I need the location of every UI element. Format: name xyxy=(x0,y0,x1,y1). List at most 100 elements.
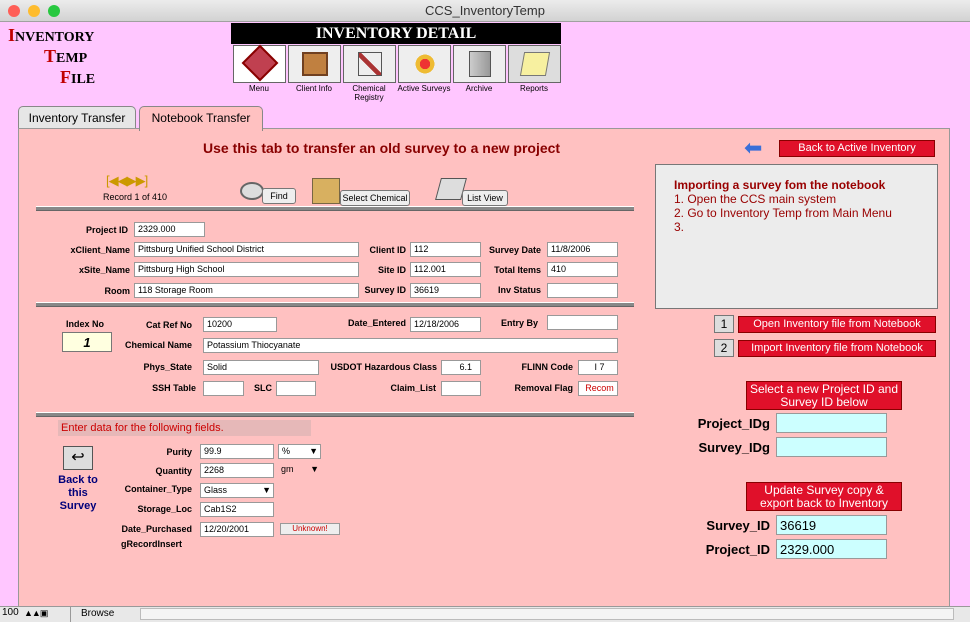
site-id-field[interactable]: 112.001 xyxy=(410,262,481,277)
project-id-label: Project ID xyxy=(85,225,128,235)
removal-flag-field[interactable]: Recom xyxy=(578,381,618,396)
site-id-label: Site ID xyxy=(377,265,406,275)
zoom-level[interactable]: 100 xyxy=(2,607,19,618)
nav-label-reports: Reports xyxy=(519,84,548,93)
date-purchased-field[interactable]: 12/20/2001 xyxy=(200,522,274,537)
project-idg-label: Project_IDg xyxy=(697,416,770,431)
active-surveys-icon xyxy=(412,52,437,76)
cat-ref-no-field[interactable]: 10200 xyxy=(203,317,277,332)
claim-list-label: Claim_List xyxy=(390,383,436,393)
slc-label: SLC xyxy=(254,383,272,393)
client-name-field[interactable]: Pittsburg Unified School District xyxy=(134,242,359,257)
logo-letter: F xyxy=(60,67,71,87)
chemical-registry-button[interactable] xyxy=(343,45,396,83)
quantity-unit-select[interactable]: gm xyxy=(278,463,321,478)
select-new-project-survey-button[interactable]: Select a new Project ID and Survey ID be… xyxy=(746,381,902,410)
active-surveys-button[interactable] xyxy=(398,45,451,83)
project-id-label: Project_ID xyxy=(705,542,770,557)
record-count: Record 1 of 410 xyxy=(103,192,168,202)
chemical-name-label: Chemical Name xyxy=(124,340,192,350)
update-survey-export-button[interactable]: Update Survey copy & export back to Inve… xyxy=(746,482,902,511)
inventory-detail-title: INVENTORY DETAIL xyxy=(231,23,561,44)
survey-idg-field[interactable] xyxy=(776,437,887,457)
container-type-select[interactable]: Glass xyxy=(200,483,274,498)
back-to-survey-label[interactable]: Back to this Survey xyxy=(56,474,100,513)
container-type-label: Container_Type xyxy=(124,484,192,494)
client-info-icon xyxy=(301,52,328,76)
chemical-name-field[interactable]: Potassium Thiocyanate xyxy=(203,338,618,353)
nav-label-client-info: Client Info xyxy=(295,84,333,93)
menu-button[interactable] xyxy=(233,44,286,83)
zoom-controls-icon[interactable]: ▲▲▣ xyxy=(24,608,48,619)
record-navigator-icon[interactable]: [◀◀▶▶] xyxy=(106,173,148,189)
close-window-button[interactable] xyxy=(8,5,20,17)
quantity-field[interactable]: 2268 xyxy=(200,463,274,478)
back-arrow-icon[interactable]: ⬅ xyxy=(744,137,762,159)
archive-button[interactable] xyxy=(453,45,506,83)
nav-label-active-surveys: Active Surveys xyxy=(397,84,451,93)
client-info-button[interactable] xyxy=(288,45,341,83)
reports-button[interactable] xyxy=(508,45,561,83)
slc-field[interactable] xyxy=(276,381,316,396)
window-title: CCS_InventoryTemp xyxy=(425,3,545,18)
nav-label-chemical-registry: Chemical Registry xyxy=(352,84,386,102)
separator xyxy=(36,302,634,307)
purity-field[interactable]: 99.9 xyxy=(200,444,274,459)
find-button[interactable]: Find xyxy=(262,188,296,204)
survey-date-label: Survey Date xyxy=(488,245,541,255)
date-entered-field[interactable]: 12/18/2006 xyxy=(410,317,481,332)
zoom-window-button[interactable] xyxy=(48,5,60,17)
survey-id-field[interactable]: 36619 xyxy=(410,283,481,298)
purity-unit-select[interactable]: % xyxy=(278,444,321,459)
chemical-registry-icon xyxy=(357,52,382,76)
date-purchased-label: Date_Purchased xyxy=(121,524,192,534)
back-to-survey-icon[interactable]: ↩ xyxy=(63,446,93,470)
logo-text: ILE xyxy=(71,72,96,87)
quantity-label: Quantity xyxy=(155,466,192,476)
room-field[interactable]: 118 Storage Room xyxy=(134,283,359,298)
back-to-active-inventory-button[interactable]: Back to Active Inventory xyxy=(779,140,935,157)
list-view-button[interactable]: List View xyxy=(462,190,508,206)
inv-status-label: Inv Status xyxy=(497,285,541,295)
logo-text: EMP xyxy=(56,51,88,66)
info-step-3: 3. xyxy=(674,220,685,234)
survey-id-label: Survey ID xyxy=(364,285,406,295)
entry-by-field[interactable] xyxy=(547,315,618,330)
unknown-button[interactable]: Unknown! xyxy=(280,523,340,535)
flinn-code-field[interactable]: I 7 xyxy=(578,360,618,375)
inv-status-field[interactable] xyxy=(547,283,618,298)
minimize-window-button[interactable] xyxy=(28,5,40,17)
ssh-table-field[interactable] xyxy=(203,381,244,396)
survey-date-field[interactable]: 11/8/2006 xyxy=(547,242,618,257)
client-id-field[interactable]: 112 xyxy=(410,242,481,257)
project-idg-field[interactable] xyxy=(776,413,887,433)
phys-state-field[interactable]: Solid xyxy=(203,360,319,375)
project-id-field[interactable]: 2329.000 xyxy=(134,222,205,237)
reports-icon xyxy=(519,52,550,76)
usdot-label: USDOT Hazardous Class xyxy=(330,362,437,372)
tab-notebook-transfer[interactable]: Notebook Transfer xyxy=(139,106,263,131)
instruction-text: Use this tab to transfer an old survey t… xyxy=(203,140,561,156)
cat-ref-no-label: Cat Ref No xyxy=(145,320,192,330)
claim-list-field[interactable] xyxy=(441,381,481,396)
project-id-field[interactable]: 2329.000 xyxy=(776,539,887,559)
ssh-table-label: SSH Table xyxy=(152,383,196,393)
open-inventory-file-button[interactable]: Open Inventory file from Notebook xyxy=(738,316,936,333)
app-logo: INVENTORY TEMP FILE xyxy=(8,26,128,89)
survey-id-label: Survey_ID xyxy=(706,518,770,533)
total-items-field[interactable]: 410 xyxy=(547,262,618,277)
usdot-field[interactable]: 6.1 xyxy=(441,360,481,375)
nav-label-menu: Menu xyxy=(248,84,269,93)
separator xyxy=(36,412,634,417)
nav-label-archive: Archive xyxy=(465,84,493,93)
purity-label: Purity xyxy=(166,447,192,457)
survey-id-field[interactable]: 36619 xyxy=(776,515,887,535)
site-name-field[interactable]: Pittsburg High School xyxy=(134,262,359,277)
import-inventory-file-button[interactable]: Import Inventory file from Notebook xyxy=(738,340,936,357)
tab-inventory-transfer[interactable]: Inventory Transfer xyxy=(18,106,136,130)
info-step-1: 1. Open the CCS main system xyxy=(674,192,837,206)
horizontal-scrollbar[interactable] xyxy=(140,608,954,620)
select-chemical-button[interactable]: Select Chemical xyxy=(340,190,410,206)
storage-loc-field[interactable]: Cab1S2 xyxy=(200,502,274,517)
index-no-field[interactable]: 1 xyxy=(62,332,112,352)
